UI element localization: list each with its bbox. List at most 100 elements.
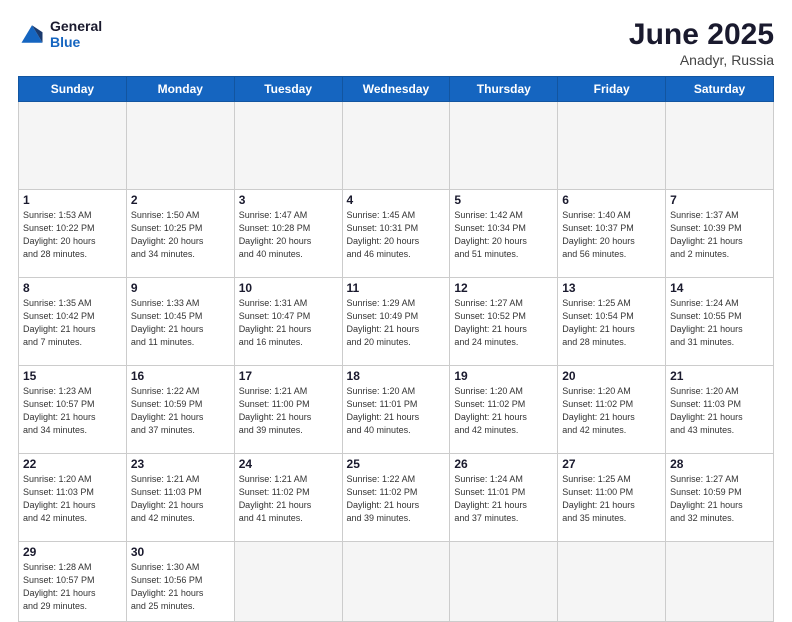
day-info: Sunrise: 1:21 AM Sunset: 11:00 PM Daylig… xyxy=(239,385,338,437)
day-number: 28 xyxy=(670,457,769,471)
location: Anadyr, Russia xyxy=(629,52,774,68)
day-number: 16 xyxy=(131,369,230,383)
table-row: 21Sunrise: 1:20 AM Sunset: 11:03 PM Dayl… xyxy=(666,366,774,454)
logo-icon xyxy=(18,20,46,48)
day-number: 7 xyxy=(670,193,769,207)
table-row: 26 Sunrise: 1:24 AM Sunset: 11:01 PM Dayl… xyxy=(450,454,558,542)
table-row: 5 Sunrise: 1:42 AM Sunset: 10:34 PM Dayli… xyxy=(450,190,558,278)
day-number: 10 xyxy=(239,281,338,295)
table-row: 13 Sunrise: 1:25 AM Sunset: 10:54 PM Dayl… xyxy=(558,278,666,366)
day-info: Sunrise: 1:21 AM Sunset: 11:02 PM Daylig… xyxy=(239,473,338,525)
day-number: 27 xyxy=(562,457,661,471)
table-row: 19 Sunrise: 1:20 AM Sunset: 11:02 PM Dayl… xyxy=(450,366,558,454)
page: General Blue June 2025 Anadyr, Russia Su… xyxy=(0,0,792,612)
day-number: 9 xyxy=(131,281,230,295)
calendar-week-row: 1 Sunrise: 1:53 AM Sunset: 10:22 PM Dayli… xyxy=(19,190,774,278)
day-info: Sunrise: 1:25 AM Sunset: 10:54 PM Daylig… xyxy=(562,297,661,349)
day-info: Sunrise: 1:27 AM Sunset: 10:59 PM Daylig… xyxy=(670,473,769,525)
day-number: 12 xyxy=(454,281,553,295)
day-number: 18 xyxy=(347,369,446,383)
day-info: Sunrise: 1:20 AM Sunset: 11:02 PM Daylig… xyxy=(454,385,553,437)
logo-text: General Blue xyxy=(50,18,102,50)
day-number: 29 xyxy=(23,545,122,559)
day-number: 14 xyxy=(670,281,769,295)
table-row: 4Sunrise: 1:45 AM Sunset: 10:31 PM Dayli… xyxy=(342,190,450,278)
header: General Blue June 2025 Anadyr, Russia xyxy=(18,18,774,68)
day-number: 15 xyxy=(23,369,122,383)
day-info: Sunrise: 1:20 AM Sunset: 11:01 PM Daylig… xyxy=(347,385,446,437)
table-row xyxy=(19,102,127,190)
table-row: 18 Sunrise: 1:20 AM Sunset: 11:01 PM Dayl… xyxy=(342,366,450,454)
day-number: 19 xyxy=(454,369,553,383)
day-info: Sunrise: 1:24 AM Sunset: 10:55 PM Daylig… xyxy=(670,297,769,349)
table-row xyxy=(558,102,666,190)
table-row: 15 Sunrise: 1:23 AM Sunset: 10:57 PM Dayl… xyxy=(19,366,127,454)
day-info: Sunrise: 1:21 AM Sunset: 11:03 PM Daylig… xyxy=(131,473,230,525)
day-number: 25 xyxy=(347,457,446,471)
day-info: Sunrise: 1:20 AM Sunset: 11:02 PM Daylig… xyxy=(562,385,661,437)
table-row xyxy=(234,102,342,190)
table-row: 10 Sunrise: 1:31 AM Sunset: 10:47 PM Dayl… xyxy=(234,278,342,366)
day-number: 30 xyxy=(131,545,230,559)
table-row: 24Sunrise: 1:21 AM Sunset: 11:02 PM Dayl… xyxy=(234,454,342,542)
day-number: 5 xyxy=(454,193,553,207)
table-row: 30 Sunrise: 1:30 AM Sunset: 10:56 PM Dayl… xyxy=(126,542,234,622)
calendar-week-row: 15 Sunrise: 1:23 AM Sunset: 10:57 PM Dayl… xyxy=(19,366,774,454)
day-info: Sunrise: 1:42 AM Sunset: 10:34 PM Daylig… xyxy=(454,209,553,261)
table-row: 29 Sunrise: 1:28 AM Sunset: 10:57 PM Dayl… xyxy=(19,542,127,622)
day-info: Sunrise: 1:28 AM Sunset: 10:57 PM Daylig… xyxy=(23,561,122,613)
col-sunday: Sunday xyxy=(19,77,127,102)
table-row xyxy=(342,542,450,622)
day-number: 20 xyxy=(562,369,661,383)
table-row: 1 Sunrise: 1:53 AM Sunset: 10:22 PM Dayli… xyxy=(19,190,127,278)
day-info: Sunrise: 1:30 AM Sunset: 10:56 PM Daylig… xyxy=(131,561,230,613)
day-number: 17 xyxy=(239,369,338,383)
day-info: Sunrise: 1:20 AM Sunset: 11:03 PM Daylig… xyxy=(23,473,122,525)
day-info: Sunrise: 1:31 AM Sunset: 10:47 PM Daylig… xyxy=(239,297,338,349)
day-info: Sunrise: 1:53 AM Sunset: 10:22 PM Daylig… xyxy=(23,209,122,261)
table-row: 22 Sunrise: 1:20 AM Sunset: 11:03 PM Dayl… xyxy=(19,454,127,542)
table-row xyxy=(558,542,666,622)
calendar-week-row: 22 Sunrise: 1:20 AM Sunset: 11:03 PM Dayl… xyxy=(19,454,774,542)
table-row xyxy=(234,542,342,622)
day-info: Sunrise: 1:47 AM Sunset: 10:28 PM Daylig… xyxy=(239,209,338,261)
table-row: 20 Sunrise: 1:20 AM Sunset: 11:02 PM Dayl… xyxy=(558,366,666,454)
table-row: 9Sunrise: 1:33 AM Sunset: 10:45 PM Dayli… xyxy=(126,278,234,366)
calendar-week-row xyxy=(19,102,774,190)
day-info: Sunrise: 1:40 AM Sunset: 10:37 PM Daylig… xyxy=(562,209,661,261)
day-number: 1 xyxy=(23,193,122,207)
day-info: Sunrise: 1:23 AM Sunset: 10:57 PM Daylig… xyxy=(23,385,122,437)
month-year: June 2025 xyxy=(629,18,774,52)
col-thursday: Thursday xyxy=(450,77,558,102)
day-info: Sunrise: 1:37 AM Sunset: 10:39 PM Daylig… xyxy=(670,209,769,261)
table-row: 3 Sunrise: 1:47 AM Sunset: 10:28 PM Dayli… xyxy=(234,190,342,278)
day-info: Sunrise: 1:20 AM Sunset: 11:03 PM Daylig… xyxy=(670,385,769,437)
day-number: 3 xyxy=(239,193,338,207)
table-row: 11Sunrise: 1:29 AM Sunset: 10:49 PM Dayl… xyxy=(342,278,450,366)
day-number: 23 xyxy=(131,457,230,471)
table-row: 28 Sunrise: 1:27 AM Sunset: 10:59 PM Dayl… xyxy=(666,454,774,542)
table-row: 6 Sunrise: 1:40 AM Sunset: 10:37 PM Dayli… xyxy=(558,190,666,278)
day-info: Sunrise: 1:27 AM Sunset: 10:52 PM Daylig… xyxy=(454,297,553,349)
table-row xyxy=(126,102,234,190)
day-info: Sunrise: 1:50 AM Sunset: 10:25 PM Daylig… xyxy=(131,209,230,261)
table-row xyxy=(342,102,450,190)
day-number: 6 xyxy=(562,193,661,207)
table-row xyxy=(666,102,774,190)
title-block: June 2025 Anadyr, Russia xyxy=(629,18,774,68)
day-info: Sunrise: 1:22 AM Sunset: 11:02 PM Daylig… xyxy=(347,473,446,525)
day-info: Sunrise: 1:25 AM Sunset: 11:00 PM Daylig… xyxy=(562,473,661,525)
table-row: 7 Sunrise: 1:37 AM Sunset: 10:39 PM Dayli… xyxy=(666,190,774,278)
day-info: Sunrise: 1:45 AM Sunset: 10:31 PM Daylig… xyxy=(347,209,446,261)
col-friday: Friday xyxy=(558,77,666,102)
day-number: 26 xyxy=(454,457,553,471)
table-row: 25 Sunrise: 1:22 AM Sunset: 11:02 PM Dayl… xyxy=(342,454,450,542)
table-row: 8Sunrise: 1:35 AM Sunset: 10:42 PM Dayli… xyxy=(19,278,127,366)
logo: General Blue xyxy=(18,18,102,50)
day-number: 13 xyxy=(562,281,661,295)
day-number: 22 xyxy=(23,457,122,471)
col-saturday: Saturday xyxy=(666,77,774,102)
day-info: Sunrise: 1:24 AM Sunset: 11:01 PM Daylig… xyxy=(454,473,553,525)
col-monday: Monday xyxy=(126,77,234,102)
table-row: 17 Sunrise: 1:21 AM Sunset: 11:00 PM Dayl… xyxy=(234,366,342,454)
